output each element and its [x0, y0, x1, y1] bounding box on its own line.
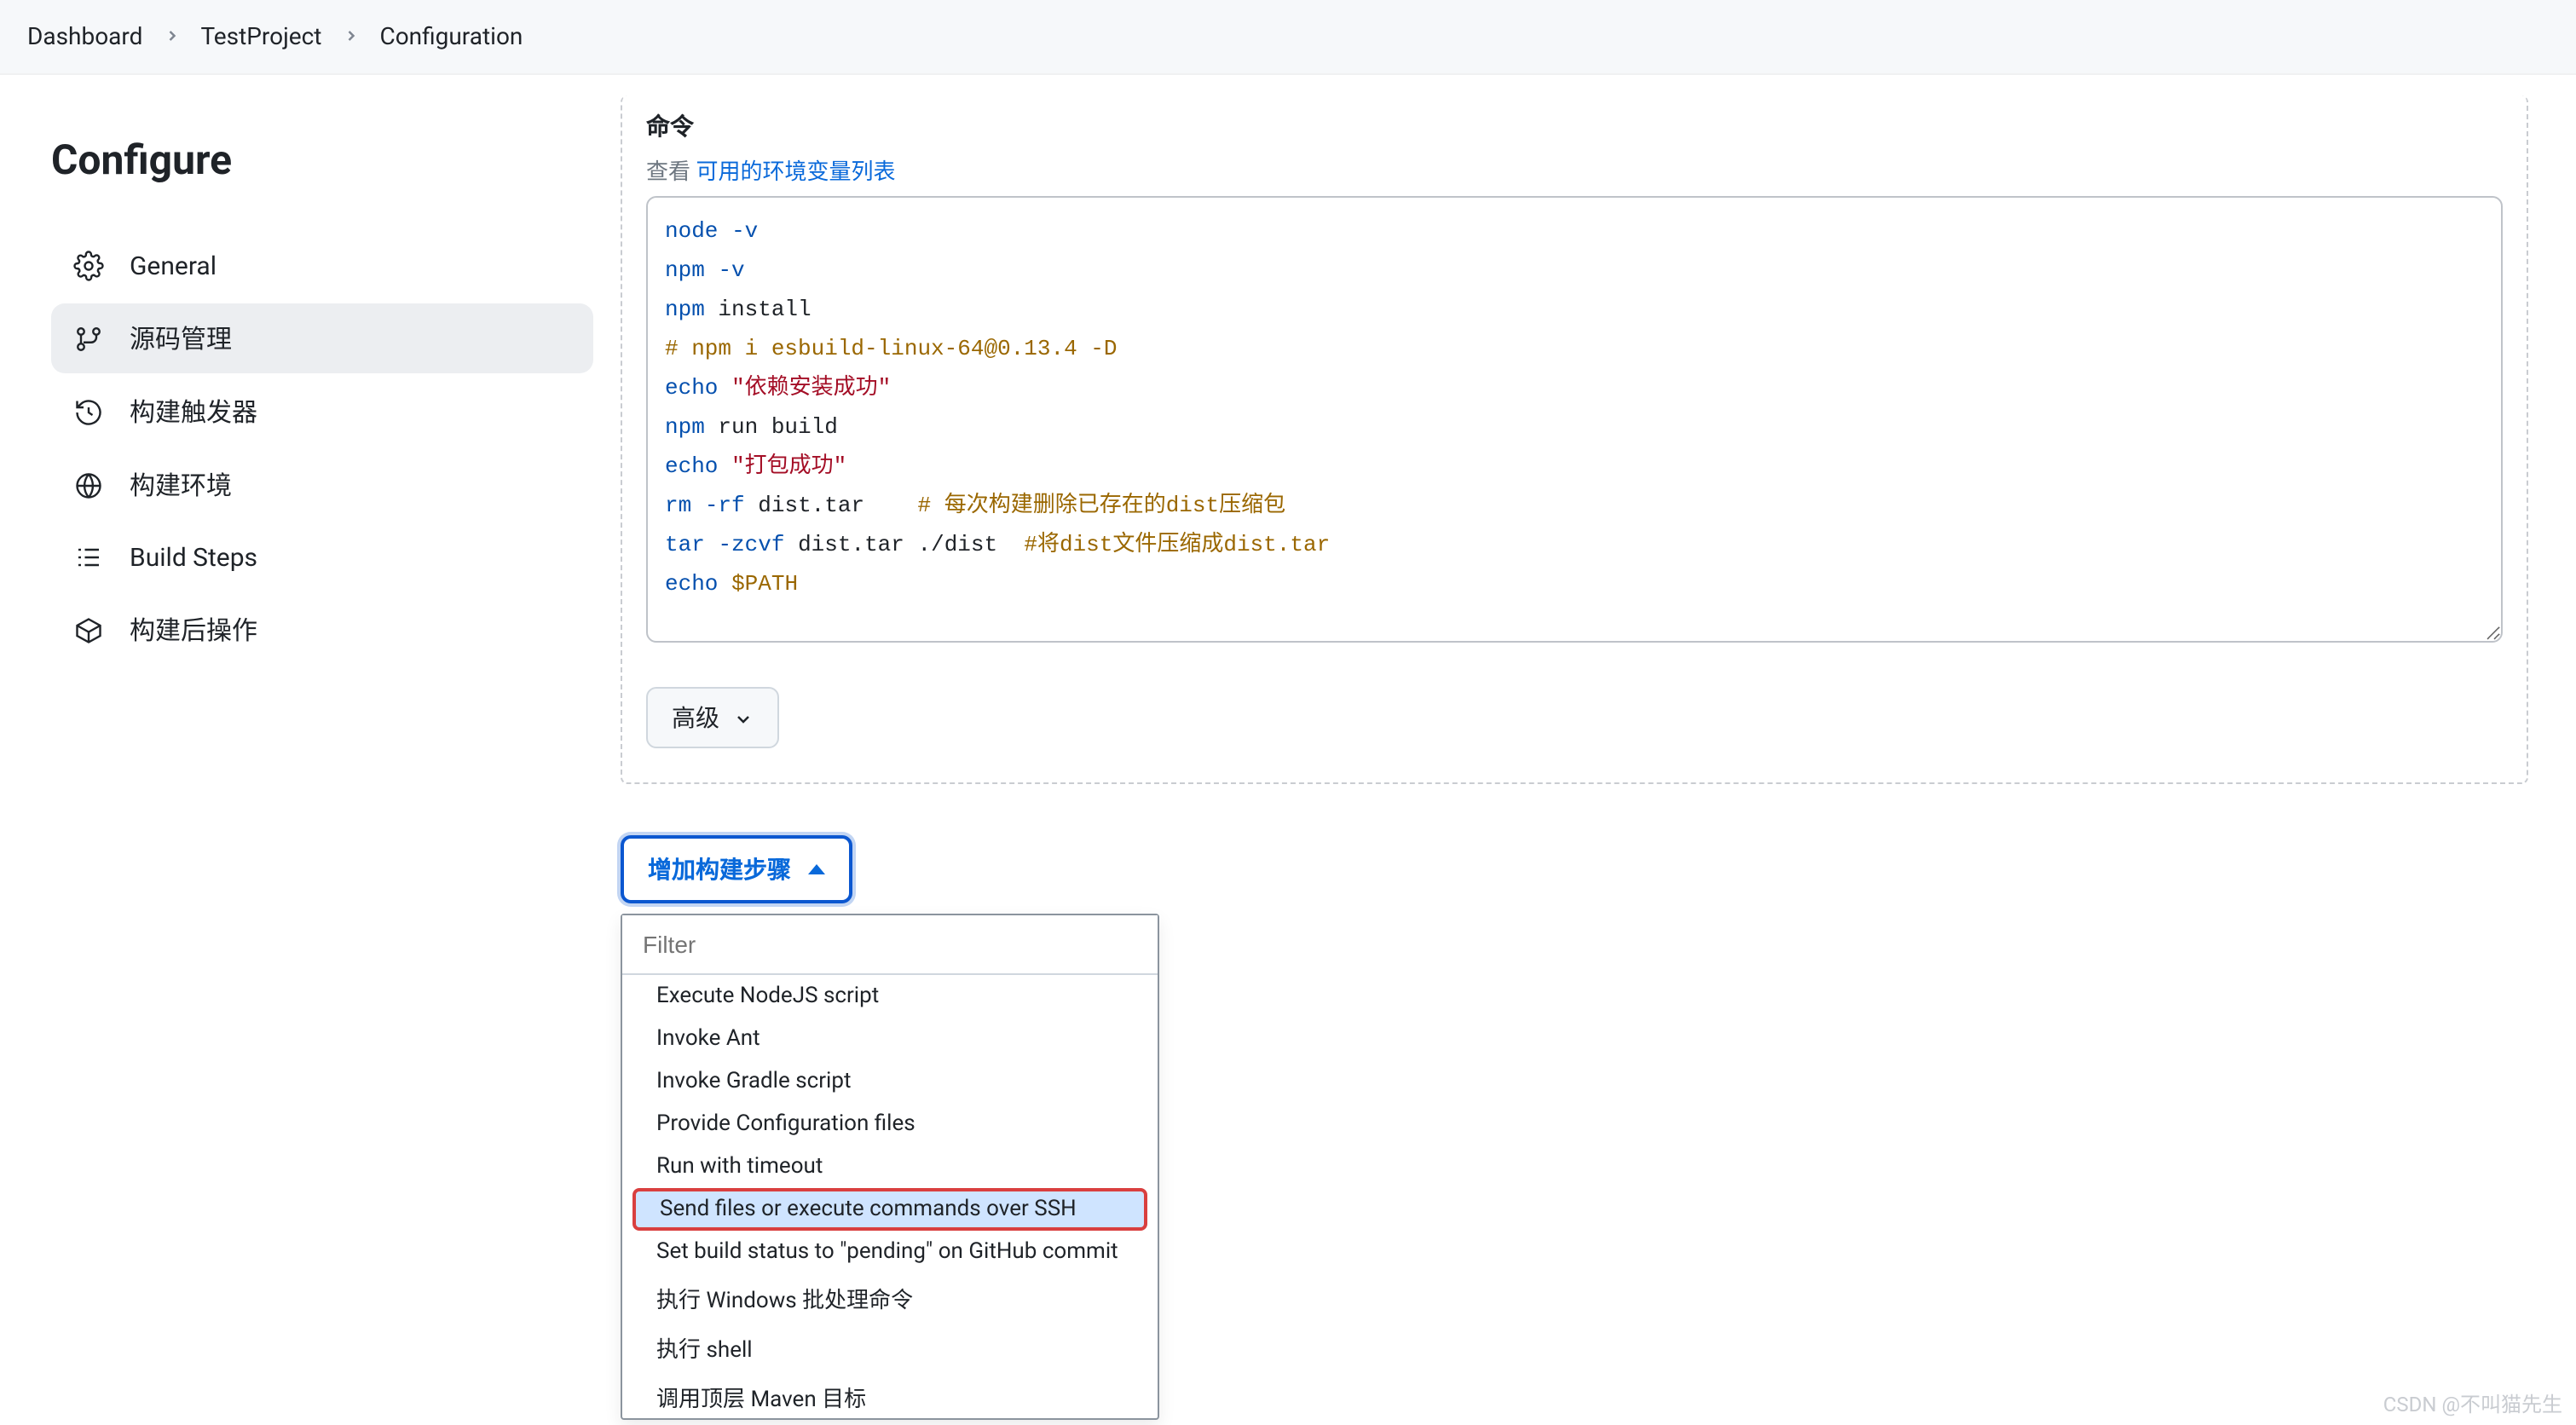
sidebar-item-label: Build Steps	[130, 542, 257, 573]
dropdown-item[interactable]: Set build status to "pending" on GitHub …	[622, 1231, 1158, 1273]
env-list-hint: 查看 可用的环境变量列表	[646, 153, 2503, 186]
sidebar-item-label: 构建触发器	[130, 394, 257, 430]
dropdown-item[interactable]: Invoke Gradle script	[622, 1060, 1158, 1103]
page-title: Configure	[51, 136, 593, 184]
branch-icon	[72, 321, 106, 355]
caret-up-icon	[808, 864, 825, 874]
dropdown-item[interactable]: Provide Configuration files	[622, 1103, 1158, 1145]
advanced-label: 高级	[672, 701, 719, 735]
breadcrumb-item-dashboard[interactable]: Dashboard	[27, 23, 142, 50]
advanced-toggle-button[interactable]: 高级	[646, 687, 779, 748]
config-section-nav: General 源码管理 构建触发器	[51, 232, 593, 665]
command-label: 命令	[646, 109, 2503, 143]
add-build-step-button[interactable]: 增加构建步骤	[621, 835, 852, 903]
chevron-right-icon	[342, 23, 359, 50]
watermark-text: CSDN @不叫猫先生	[2383, 1389, 2562, 1418]
sidebar-item-scm[interactable]: 源码管理	[51, 303, 593, 373]
add-build-step-label: 增加构建步骤	[648, 852, 791, 886]
dropdown-item[interactable]: Send files or execute commands over SSH	[632, 1188, 1147, 1231]
chevron-down-icon	[733, 707, 754, 728]
gear-icon	[72, 249, 106, 283]
sidebar-item-triggers[interactable]: 构建触发器	[51, 377, 593, 447]
env-vars-link[interactable]: 可用的环境变量列表	[696, 160, 895, 186]
dropdown-filter-input[interactable]	[622, 915, 1158, 975]
dropdown-item[interactable]: Execute NodeJS script	[622, 975, 1158, 1018]
chevron-right-icon	[163, 23, 180, 50]
steps-icon	[72, 540, 106, 574]
breadcrumb-item-project[interactable]: TestProject	[200, 23, 321, 50]
dropdown-item[interactable]: 执行 shell	[622, 1323, 1158, 1372]
history-icon	[72, 395, 106, 429]
sidebar-item-environment[interactable]: 构建环境	[51, 450, 593, 520]
dropdown-option-list: Execute NodeJS scriptInvoke AntInvoke Gr…	[622, 975, 1158, 1418]
sidebar-item-general[interactable]: General	[51, 232, 593, 300]
globe-icon	[72, 468, 106, 502]
sidebar-item-label: 构建后操作	[130, 612, 257, 648]
add-build-step-dropdown: Execute NodeJS scriptInvoke AntInvoke Gr…	[621, 914, 1159, 1420]
dropdown-item[interactable]: Run with timeout	[622, 1145, 1158, 1188]
sidebar-item-post-build[interactable]: 构建后操作	[51, 595, 593, 665]
breadcrumb: Dashboard TestProject Configuration	[0, 0, 2576, 75]
sidebar-item-label: 源码管理	[130, 320, 232, 356]
dropdown-item[interactable]: Invoke Ant	[622, 1018, 1158, 1060]
breadcrumb-item-configuration: Configuration	[379, 23, 523, 50]
shell-command-input[interactable]: node -v npm -v npm install # npm i esbui…	[646, 196, 2503, 643]
package-icon	[72, 613, 106, 647]
shell-step-card: 命令 查看 可用的环境变量列表 node -v npm -v npm insta…	[621, 95, 2528, 784]
sidebar-item-label: 构建环境	[130, 467, 232, 503]
sidebar-item-build-steps[interactable]: Build Steps	[51, 523, 593, 591]
sidebar-item-label: General	[130, 251, 217, 281]
dropdown-item[interactable]: 调用顶层 Maven 目标	[622, 1372, 1158, 1418]
dropdown-item[interactable]: 执行 Windows 批处理命令	[622, 1273, 1158, 1323]
